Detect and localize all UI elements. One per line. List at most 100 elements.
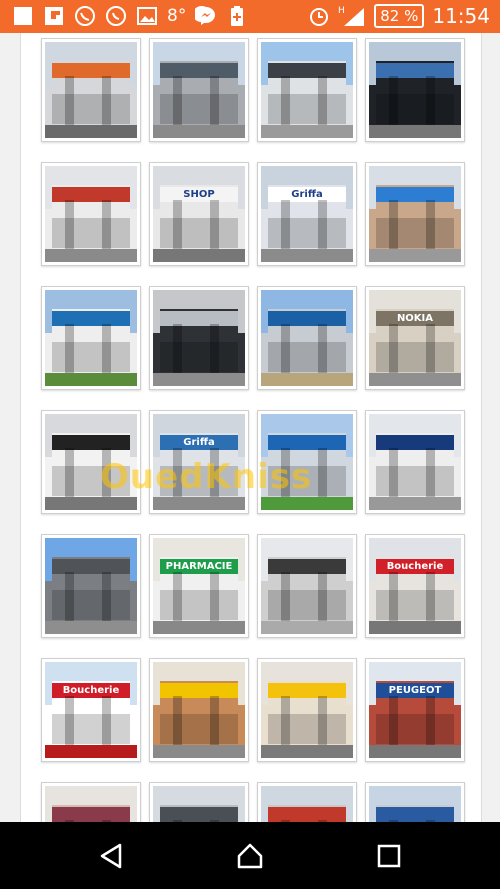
storefront-photo xyxy=(369,166,461,262)
gallery-thumbnail[interactable] xyxy=(257,658,357,762)
storefront-photo xyxy=(45,42,137,138)
photo-ground xyxy=(369,744,461,758)
photo-door xyxy=(281,199,291,253)
gallery-thumbnail[interactable]: Boucherie xyxy=(365,534,465,638)
gallery-thumbnail[interactable] xyxy=(149,38,249,142)
photo-door xyxy=(389,695,399,749)
gallery-thumbnail[interactable] xyxy=(365,162,465,266)
shop-sign xyxy=(52,63,130,79)
photo-door xyxy=(173,695,183,749)
recents-icon[interactable] xyxy=(375,842,403,870)
gallery-content[interactable]: SHOP Griffa NOKIA Griffa PHARMACIE Boucherie B… xyxy=(0,33,500,822)
storefront-photo xyxy=(153,662,245,758)
photo-door xyxy=(426,571,436,625)
shop-sign xyxy=(268,559,346,575)
storefront-photo xyxy=(45,538,137,634)
gallery-thumbnail[interactable] xyxy=(41,38,141,142)
signal-icon: H xyxy=(338,5,366,27)
flipboard-icon xyxy=(43,5,65,27)
photo-door xyxy=(102,199,112,253)
gallery-thumbnail[interactable] xyxy=(149,658,249,762)
gallery-thumbnail[interactable]: NOKIA xyxy=(365,286,465,390)
gallery-thumbnail[interactable] xyxy=(257,38,357,142)
photo-door xyxy=(318,323,328,377)
photo-door xyxy=(426,75,436,129)
photo-ground xyxy=(45,744,137,758)
gallery-thumbnail[interactable]: Griffa xyxy=(257,162,357,266)
battery-plus-icon xyxy=(226,5,248,27)
storefront-photo: NOKIA xyxy=(369,290,461,386)
home-icon[interactable] xyxy=(236,842,264,870)
network-type-text: H xyxy=(338,6,345,16)
shop-sign xyxy=(268,311,346,327)
photo-door xyxy=(318,571,328,625)
storefront-photo: Boucherie xyxy=(45,662,137,758)
gallery-thumbnail[interactable] xyxy=(257,286,357,390)
battery-indicator: 82 % xyxy=(374,4,425,28)
gallery-thumbnail[interactable] xyxy=(365,38,465,142)
photo-ground xyxy=(153,124,245,138)
photo-ground xyxy=(153,744,245,758)
shop-sign xyxy=(160,63,238,79)
gallery-thumbnail[interactable] xyxy=(257,782,357,822)
shop-sign xyxy=(160,807,238,822)
gallery-thumbnail[interactable] xyxy=(41,534,141,638)
photo-door xyxy=(65,571,75,625)
storefront-photo: PHARMACIE xyxy=(153,538,245,634)
photo-ground xyxy=(45,248,137,262)
storefront-photo xyxy=(45,290,137,386)
gallery-thumbnail[interactable] xyxy=(41,286,141,390)
shop-sign xyxy=(160,311,238,327)
gallery-thumbnail[interactable] xyxy=(41,782,141,822)
storefront-photo xyxy=(153,786,245,822)
photo-ground xyxy=(261,248,353,262)
storefront-photo xyxy=(153,290,245,386)
photo-ground xyxy=(369,248,461,262)
photo-door xyxy=(210,695,220,749)
gallery-thumbnail[interactable] xyxy=(257,534,357,638)
photo-ground xyxy=(45,124,137,138)
shop-sign xyxy=(376,63,454,79)
watermark: OuedKniss xyxy=(100,457,313,497)
storefront-photo xyxy=(261,786,353,822)
gallery-thumbnail[interactable]: SHOP xyxy=(149,162,249,266)
photo-ground xyxy=(261,620,353,634)
shop-sign xyxy=(268,807,346,822)
photo-door xyxy=(389,447,399,501)
photo-ground xyxy=(45,620,137,634)
shop-sign xyxy=(268,63,346,79)
photo-door xyxy=(281,75,291,129)
gallery-thumbnail[interactable]: PHARMACIE xyxy=(149,534,249,638)
photo-ground xyxy=(153,620,245,634)
shop-sign xyxy=(52,807,130,822)
gallery-thumbnail[interactable] xyxy=(365,782,465,822)
photo-door xyxy=(65,199,75,253)
photo-door xyxy=(281,571,291,625)
storefront-photo xyxy=(261,42,353,138)
gallery-thumbnail[interactable] xyxy=(149,286,249,390)
photo-door xyxy=(426,695,436,749)
image-grid: SHOP Griffa NOKIA Griffa PHARMACIE Boucherie B… xyxy=(41,38,465,822)
viber-icon xyxy=(74,5,96,27)
gallery-thumbnail[interactable] xyxy=(41,162,141,266)
gallery-thumbnail[interactable] xyxy=(149,782,249,822)
shop-sign xyxy=(268,683,346,699)
gallery-thumbnail[interactable]: Boucherie xyxy=(41,658,141,762)
photo-door xyxy=(210,571,220,625)
gallery-thumbnail[interactable] xyxy=(365,410,465,514)
clock: 11:54 xyxy=(432,4,490,28)
storefront-photo: SHOP xyxy=(153,166,245,262)
messenger-icon xyxy=(195,5,217,27)
shop-sign: SHOP xyxy=(160,187,238,203)
gallery-thumbnail[interactable]: PEUGEOT xyxy=(365,658,465,762)
photo-door xyxy=(426,447,436,501)
photo-door xyxy=(173,199,183,253)
shop-sign xyxy=(376,435,454,451)
back-icon[interactable] xyxy=(98,842,126,870)
navigation-bar xyxy=(0,822,500,889)
storefront-photo: Boucherie xyxy=(369,538,461,634)
photo-ground xyxy=(369,496,461,510)
photo-door xyxy=(426,323,436,377)
photo-ground xyxy=(369,620,461,634)
shop-sign: Griffa xyxy=(268,187,346,203)
